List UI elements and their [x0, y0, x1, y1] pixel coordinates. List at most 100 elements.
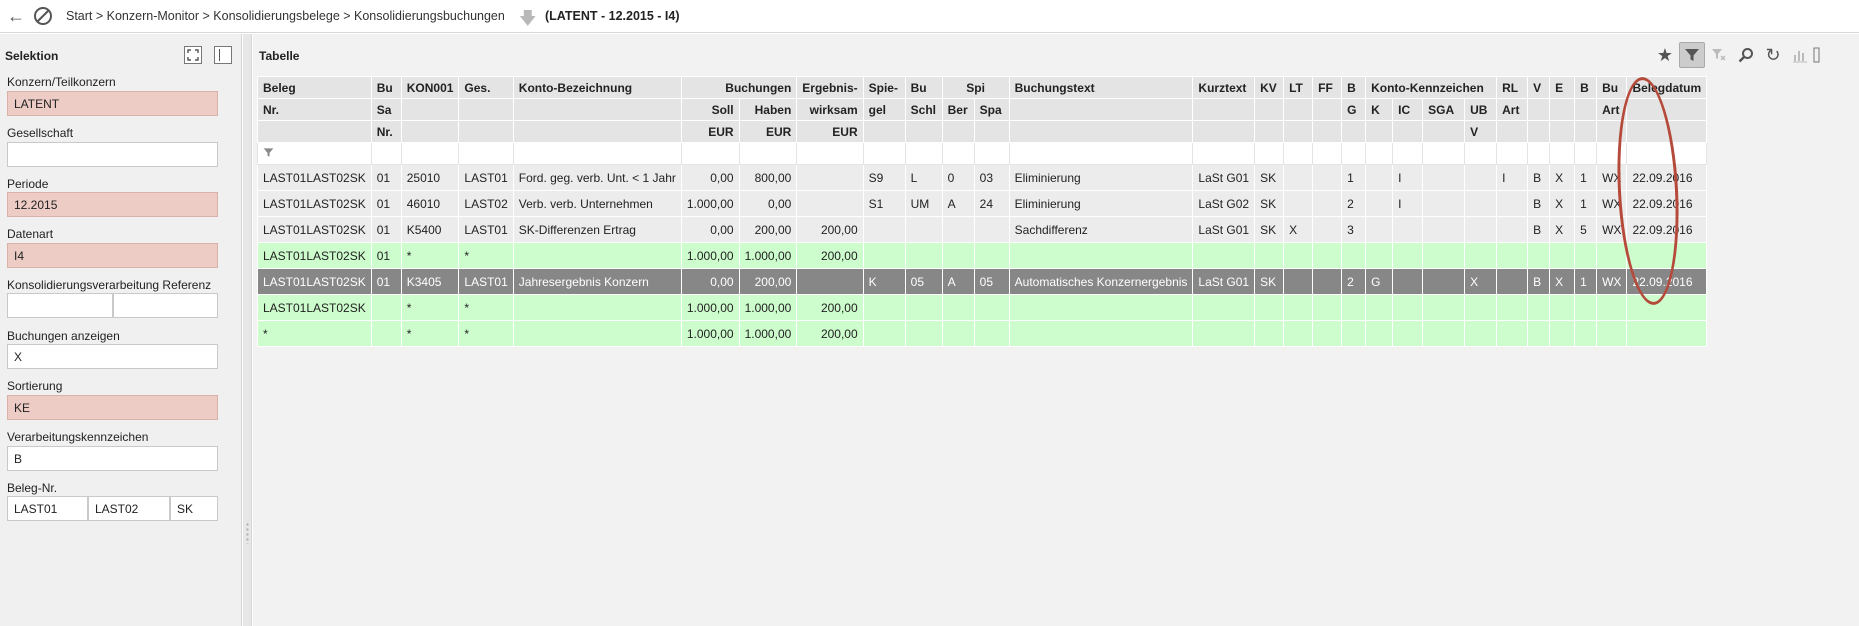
col-header-konto-kennzeichen[interactable]: Konto-Kennzeichen	[1365, 76, 1498, 99]
col-header-ges[interactable]: Ges.	[458, 76, 514, 99]
table-cell: 25010	[400, 164, 460, 191]
col-header-e[interactable]: E	[1549, 76, 1576, 99]
col-header-spiegel[interactable]: Spie-	[862, 76, 906, 99]
col-header-lt[interactable]: LT	[1283, 76, 1314, 99]
filter-cell[interactable]	[738, 142, 798, 165]
filter-cell[interactable]	[1312, 142, 1343, 165]
beleg-nr-field-3[interactable]: SK	[170, 496, 218, 521]
cancel-icon[interactable]	[33, 6, 53, 26]
table-cell	[1496, 216, 1529, 243]
filter-cell[interactable]	[1192, 142, 1256, 165]
referenz-field-2[interactable]	[113, 293, 218, 318]
table-cell	[1312, 190, 1343, 217]
col-header-ff[interactable]: FF	[1312, 76, 1343, 99]
table-cell: 24	[973, 190, 1010, 217]
filter-cell[interactable]	[1574, 142, 1598, 165]
filter-cell[interactable]	[1626, 142, 1708, 165]
more-icon[interactable]	[1811, 42, 1823, 68]
table-row[interactable]: LAST01LAST02SK 01 K5400 LAST01 SK-Differenze…	[257, 216, 1708, 243]
buchungen-anzeigen-field[interactable]: X	[7, 344, 218, 369]
filter-cell[interactable]	[1341, 142, 1367, 165]
col-header-kv[interactable]: KV	[1254, 76, 1285, 99]
filter-cell[interactable]	[941, 142, 975, 165]
datenart-field[interactable]: I4	[7, 243, 218, 268]
table-row[interactable]: * * * 1.000,00 1.000,00 200,00	[257, 320, 1708, 347]
filter-cell[interactable]	[1549, 142, 1576, 165]
sortierung-field[interactable]: KE	[7, 395, 218, 420]
table-row[interactable]: LAST01LAST02SK 01 25010 LAST01 Ford. geg. ve…	[257, 164, 1708, 191]
maximize-button[interactable]	[184, 46, 202, 64]
table-cell	[1464, 320, 1498, 347]
col-header-b[interactable]: B	[1574, 76, 1598, 99]
breadcrumb[interactable]: Start > Konzern-Monitor > Konsolidierung…	[66, 9, 505, 23]
col-header-bg[interactable]: B	[1341, 76, 1367, 99]
clear-filter-icon[interactable]	[1706, 42, 1732, 68]
filter-cell[interactable]	[973, 142, 1010, 165]
table-cell: 200,00	[796, 320, 864, 347]
col-subheader-empty	[400, 98, 460, 121]
col-subheader-empty	[1254, 98, 1285, 121]
back-arrow-icon[interactable]: ←	[7, 7, 25, 25]
konzern-field[interactable]: LATENT	[7, 91, 218, 116]
col-subheader-empty	[1527, 120, 1551, 143]
table-row[interactable]: LAST01LAST02SK 01 K3405 LAST01 Jahresergebni…	[257, 268, 1708, 295]
col-subheader-empty	[1422, 120, 1466, 143]
col-header-buchungstext[interactable]: Buchungstext	[1008, 76, 1194, 99]
filter-cell[interactable]	[257, 142, 372, 165]
filter-cell[interactable]	[1008, 142, 1194, 165]
periode-field[interactable]: 12.2015	[7, 192, 218, 217]
col-subheader-empty	[862, 120, 906, 143]
table-cell: SK	[1254, 190, 1285, 217]
gesellschaft-field[interactable]	[7, 142, 218, 167]
filter-cell[interactable]	[680, 142, 740, 165]
filter-cell[interactable]	[512, 142, 682, 165]
col-header-kon[interactable]: KON001	[400, 76, 460, 99]
filter-cell[interactable]	[1422, 142, 1466, 165]
table-cell	[796, 164, 864, 191]
table-row[interactable]: LAST01LAST02SK 01 * * 1.000,00 1.000,00 200,00	[257, 242, 1708, 269]
toggle-panel-button[interactable]	[214, 46, 232, 64]
table-cell	[1365, 190, 1394, 217]
beleg-nr-field-1[interactable]: LAST01	[7, 496, 88, 521]
favorite-icon[interactable]: ★	[1652, 42, 1678, 68]
col-header-busa[interactable]: Bu	[370, 76, 402, 99]
filter-cell[interactable]	[1596, 142, 1628, 165]
filter-cell[interactable]	[904, 142, 943, 165]
table-row[interactable]: LAST01LAST02SK 01 46010 LAST02 Verb. verb. U…	[257, 190, 1708, 217]
filter-cell[interactable]	[458, 142, 514, 165]
col-header-konto-bez[interactable]: Konto-Bezeichnung	[512, 76, 682, 99]
filter-cell[interactable]	[400, 142, 460, 165]
col-header-kurztext[interactable]: Kurztext	[1192, 76, 1256, 99]
chart-icon[interactable]	[1787, 42, 1813, 68]
filter-cell[interactable]	[796, 142, 864, 165]
table-row[interactable]: LAST01LAST02SK * * 1.000,00 1.000,00 200,00	[257, 294, 1708, 321]
filter-cell[interactable]	[862, 142, 906, 165]
filter-cell[interactable]	[1496, 142, 1529, 165]
beleg-nr-field-2[interactable]: LAST02	[88, 496, 170, 521]
filter-cell[interactable]	[1365, 142, 1394, 165]
col-header-belegdatum[interactable]: Belegdatum	[1626, 76, 1708, 99]
search-icon[interactable]	[1733, 42, 1759, 68]
filter-cell[interactable]	[1527, 142, 1551, 165]
referenz-field-1[interactable]	[7, 293, 113, 318]
panel-splitter[interactable]	[243, 34, 252, 626]
col-header-buchungen[interactable]: Buchungen	[680, 76, 798, 99]
col-header-v[interactable]: V	[1527, 76, 1551, 99]
table-cell	[1312, 242, 1343, 269]
col-header-spi[interactable]: Spi	[941, 76, 1010, 99]
col-header-buschl[interactable]: Bu	[904, 76, 943, 99]
filter-cell[interactable]	[1283, 142, 1314, 165]
refresh-icon[interactable]: ↻	[1760, 42, 1786, 68]
filter-cell[interactable]	[370, 142, 402, 165]
table-cell: 1.000,00	[680, 242, 740, 269]
verarbeitungskennzeichen-field[interactable]: B	[7, 446, 218, 471]
col-header-ergebnis[interactable]: Ergebnis-	[796, 76, 864, 99]
filter-icon[interactable]	[263, 147, 274, 158]
filter-cell[interactable]	[1464, 142, 1498, 165]
filter-cell[interactable]	[1254, 142, 1285, 165]
filter-cell[interactable]	[1392, 142, 1424, 165]
col-header-buart[interactable]: Bu	[1596, 76, 1628, 99]
col-header-rlart[interactable]: RL	[1496, 76, 1529, 99]
filter-icon[interactable]	[1679, 42, 1705, 68]
col-header-beleg[interactable]: Beleg	[257, 76, 372, 99]
